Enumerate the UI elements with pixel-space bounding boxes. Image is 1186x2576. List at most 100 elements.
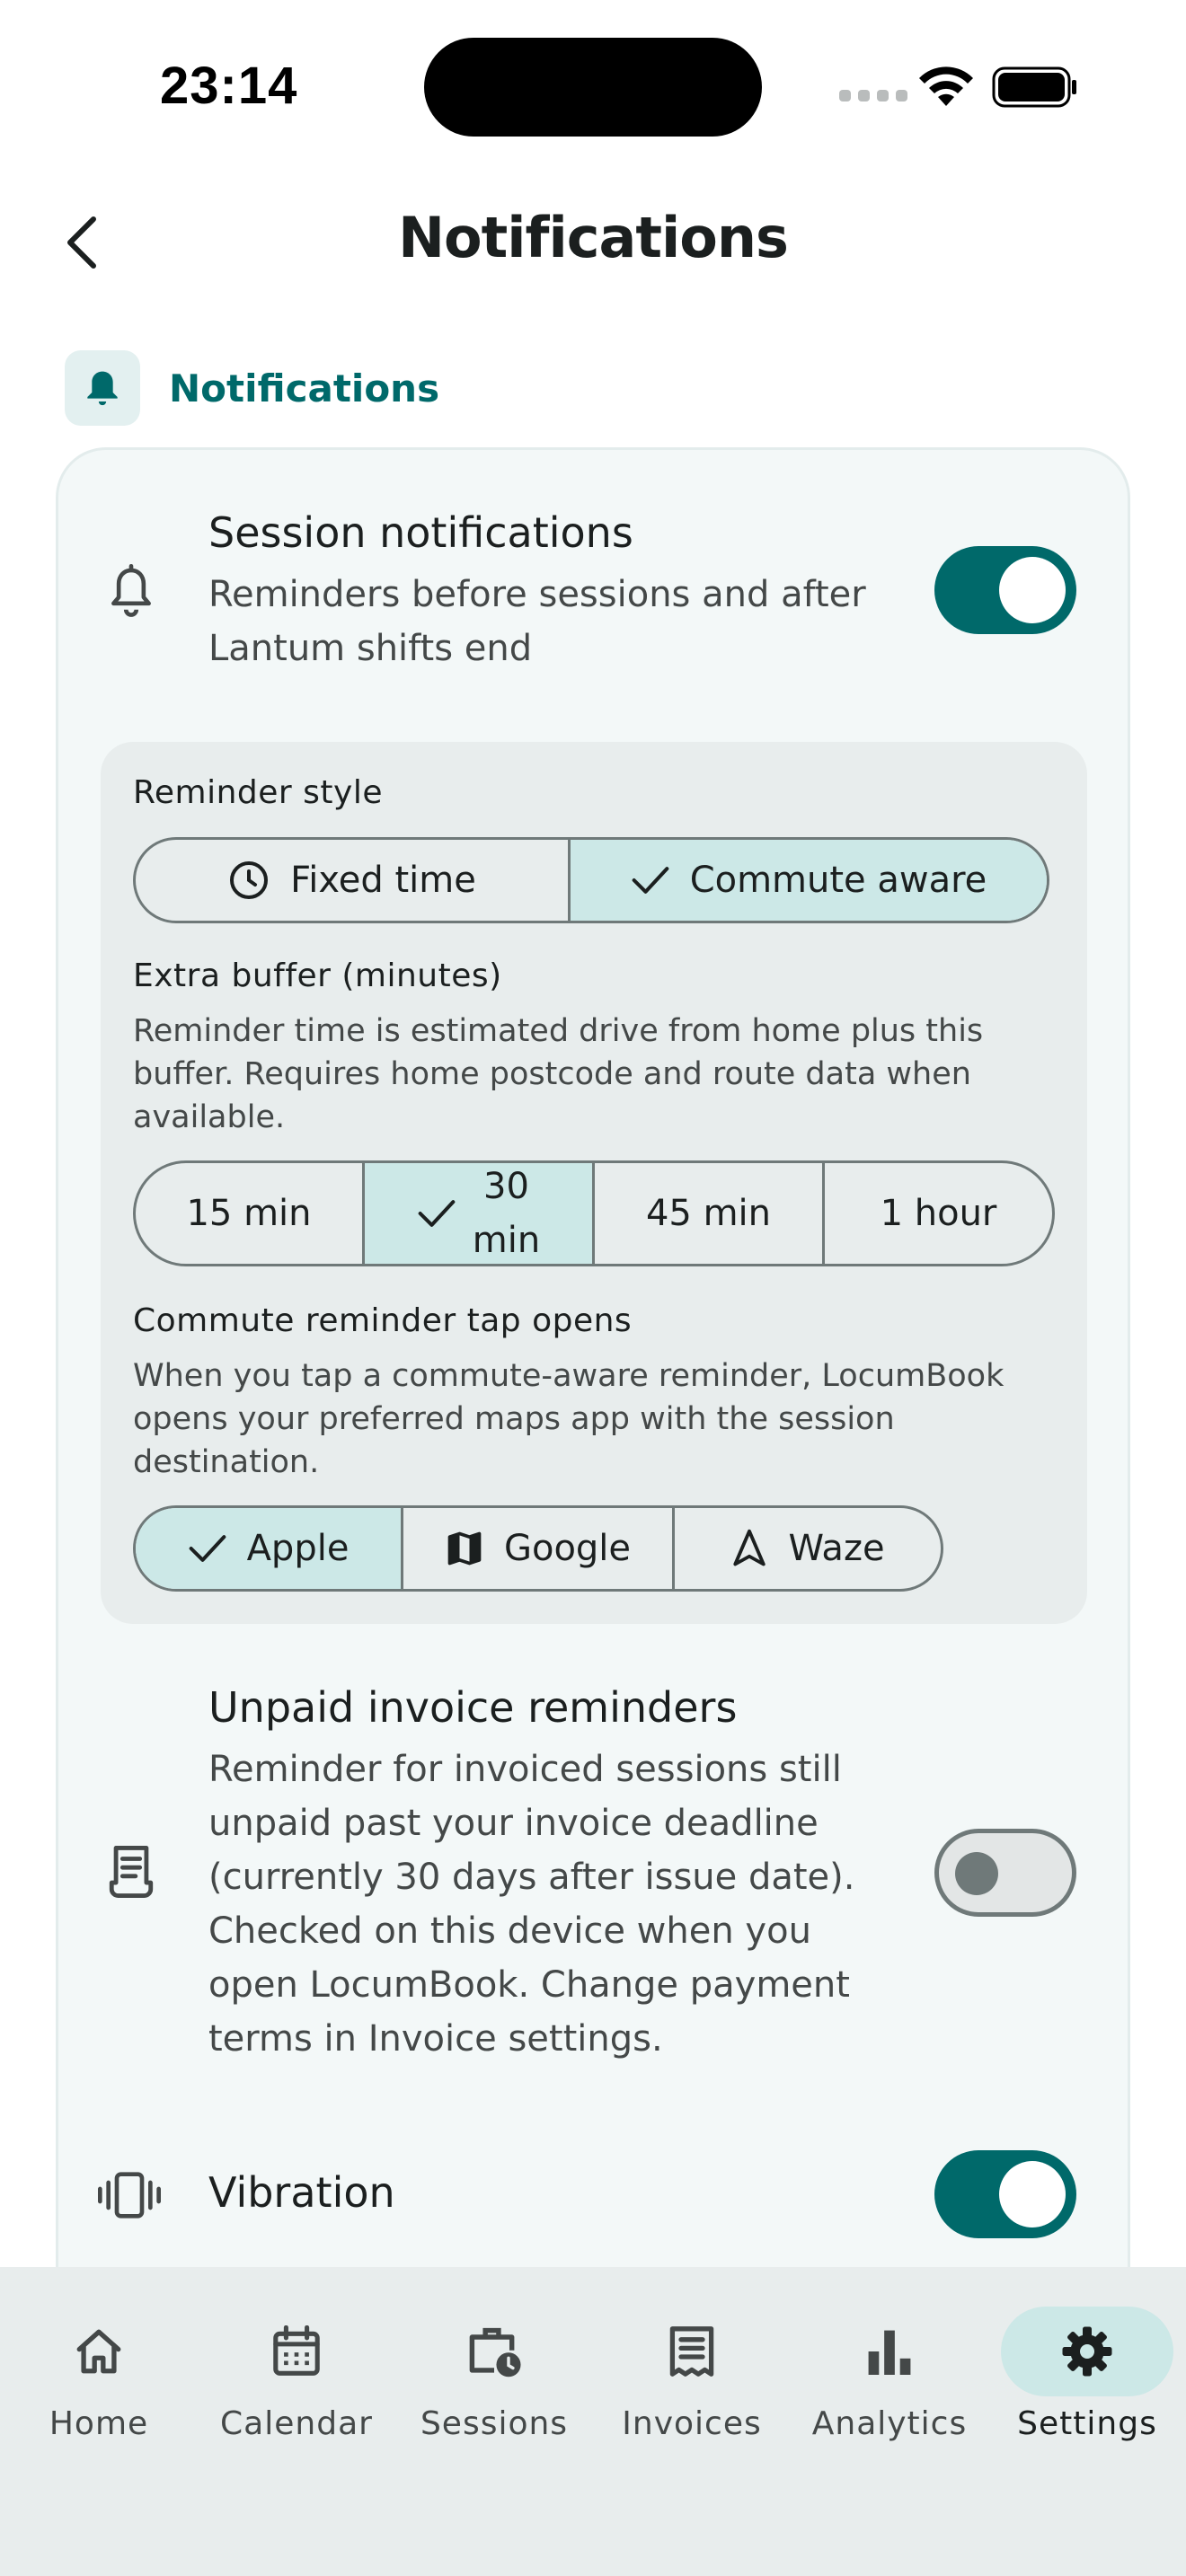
section-header: Notifications: [65, 350, 439, 426]
nav-label: Sessions: [420, 2405, 569, 2442]
nav-indicator: [210, 2307, 383, 2396]
reminder-options-panel: Reminder style Fixed time Commute aware …: [101, 742, 1087, 1624]
nav-sessions[interactable]: Sessions: [404, 2307, 584, 2442]
maps-app-selector: Apple Google Waze: [133, 1505, 943, 1592]
nav-label: Invoices: [622, 2405, 762, 2442]
home-icon: [76, 2329, 121, 2374]
wifi-icon: [919, 66, 973, 106]
bar-chart-icon: [868, 2330, 911, 2375]
reminder-style-fixed-time[interactable]: Fixed time: [136, 840, 571, 921]
vibration-title: Vibration: [208, 2168, 395, 2217]
nav-label: Settings: [1017, 2405, 1157, 2442]
vibration-icon: [97, 2163, 162, 2228]
buffer-30-min[interactable]: 30 min: [365, 1163, 595, 1264]
extra-buffer-label: Extra buffer (minutes): [133, 957, 502, 994]
nav-home[interactable]: Home: [9, 2307, 189, 2442]
nav-indicator: [408, 2307, 580, 2396]
maps-app-apple[interactable]: Apple: [136, 1508, 403, 1589]
description-line: available.: [133, 1099, 286, 1135]
segment-label-line: min: [472, 1220, 541, 1261]
segment-label-line: 30: [483, 1166, 529, 1207]
reminder-style-selector: Fixed time Commute aware: [133, 837, 1049, 923]
segment-label: 15 min: [186, 1193, 312, 1234]
session-notifications-toggle[interactable]: [934, 546, 1076, 634]
vibration-toggle[interactable]: [934, 2150, 1076, 2238]
nav-analytics[interactable]: Analytics: [800, 2307, 979, 2442]
description-line: Reminder for invoiced sessions still: [208, 1749, 842, 1790]
toggle-knob: [999, 2161, 1066, 2228]
commute-tap-description: When you tap a commute-aware reminder, L…: [133, 1354, 1058, 1484]
bell-outline-icon: [99, 559, 164, 623]
nav-indicator: [606, 2307, 778, 2396]
session-notifications-description-line: Lantum shifts end: [208, 628, 533, 669]
bottom-navigation: Home Calendar Sessions Invoices Analytic…: [0, 2267, 1186, 2576]
maps-app-google[interactable]: Google: [403, 1508, 675, 1589]
description-line: buffer. Requires home postcode and route…: [133, 1056, 971, 1092]
invoice-reminders-title: Unpaid invoice reminders: [208, 1683, 738, 1732]
maps-app-waze[interactable]: Waze: [675, 1508, 941, 1589]
description-line: Checked on this device when you: [208, 1910, 811, 1952]
reminder-style-label: Reminder style: [133, 774, 384, 811]
extra-buffer-description: Reminder time is estimated drive from ho…: [133, 1010, 1058, 1139]
calendar-icon: [273, 2325, 320, 2376]
invoice-reminders-toggle[interactable]: [934, 1829, 1076, 1917]
map-icon: [447, 1531, 482, 1566]
description-line: terms in Invoice settings.: [208, 2018, 663, 2060]
bell-icon: [87, 371, 118, 406]
reminder-style-commute-aware[interactable]: Commute aware: [571, 840, 1047, 921]
status-bar: 23:14: [0, 0, 1186, 171]
description-line: opens your preferred maps app with the s…: [133, 1401, 895, 1437]
nav-indicator: [803, 2307, 976, 2396]
nav-label: Calendar: [220, 2405, 373, 2442]
segment-label: 45 min: [645, 1193, 772, 1234]
session-notifications-description-line: Reminders before sessions and after: [208, 574, 866, 615]
invoice-reminders-description: Reminder for invoiced sessions still unp…: [208, 1742, 854, 2066]
segment-label: Apple: [246, 1528, 350, 1569]
segment-label: 30 min: [472, 1163, 541, 1264]
toggle-knob: [999, 557, 1066, 623]
nav-indicator: [1001, 2307, 1173, 2396]
buffer-1-hour[interactable]: 1 hour: [825, 1163, 1052, 1264]
segment-label: 1 hour: [880, 1193, 997, 1234]
nav-label: Home: [49, 2405, 149, 2442]
receipt-long-icon: [99, 1839, 164, 1904]
nav-label: Analytics: [811, 2405, 968, 2442]
page-title: Notifications: [398, 205, 789, 270]
toggle-knob: [955, 1852, 998, 1895]
section-label: Notifications: [169, 366, 440, 410]
buffer-15-min[interactable]: 15 min: [136, 1163, 365, 1264]
check-icon: [632, 867, 669, 894]
dynamic-island: [424, 38, 762, 137]
nav-invoices[interactable]: Invoices: [602, 2307, 782, 2442]
description-line: (currently 30 days after issue date).: [208, 1857, 855, 1898]
navigation-arrow-icon: [733, 1529, 766, 1566]
nav-calendar[interactable]: Calendar: [207, 2307, 386, 2442]
segment-label: Commute aware: [689, 860, 987, 901]
gear-icon: [1062, 2326, 1112, 2377]
nav-settings[interactable]: Settings: [997, 2307, 1177, 2442]
buffer-45-min[interactable]: 45 min: [595, 1163, 825, 1264]
segment-label: Waze: [788, 1528, 885, 1569]
app-bar: Notifications: [0, 180, 1186, 305]
status-time: 23:14: [160, 57, 298, 115]
check-icon: [189, 1535, 226, 1562]
description-line: destination.: [133, 1444, 320, 1480]
nav-indicator: [13, 2307, 185, 2396]
session-notifications-description: Reminders before sessions and after Lant…: [208, 568, 866, 675]
check-icon: [418, 1200, 456, 1227]
commute-tap-label: Commute reminder tap opens: [133, 1302, 633, 1339]
section-icon-container: [65, 350, 140, 426]
receipt-icon: [669, 2326, 714, 2377]
description-line: unpaid past your invoice deadline: [208, 1803, 819, 1844]
description-line: When you tap a commute-aware reminder, L…: [133, 1358, 1005, 1394]
cellular-signal-icon: [839, 90, 907, 101]
extra-buffer-selector: 15 min 30 min 45 min 1 hour: [133, 1160, 1055, 1266]
segment-label: Fixed time: [290, 860, 476, 901]
segment-label: Google: [503, 1528, 632, 1569]
description-line: Reminder time is estimated drive from ho…: [133, 1013, 984, 1049]
work-history-icon: [469, 2327, 521, 2378]
session-notifications-title: Session notifications: [208, 508, 633, 557]
clock-icon: [230, 861, 269, 899]
battery-icon: [992, 66, 1076, 108]
description-line: open LocumBook. Change payment: [208, 1964, 850, 2006]
